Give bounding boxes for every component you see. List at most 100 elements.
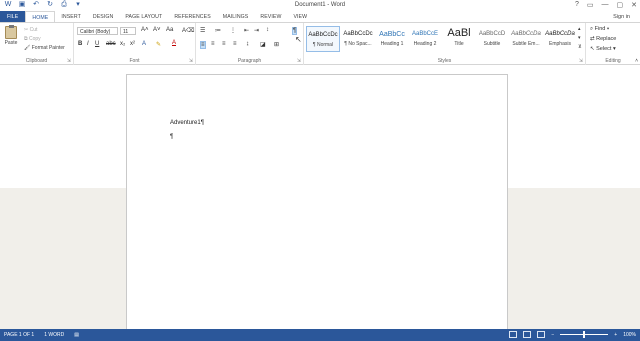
select-button[interactable]: ↖ Select ▾	[590, 46, 616, 52]
styles-launcher-icon[interactable]: ⇲	[579, 58, 583, 64]
styles-scroll-down-icon[interactable]: ▾	[578, 35, 581, 41]
align-left-icon[interactable]: ≡	[200, 41, 206, 49]
cut-button[interactable]: ✂ Cut	[24, 27, 37, 33]
proofing-icon[interactable]: ▤	[74, 332, 79, 338]
cut-label: Cut	[29, 27, 38, 33]
copy-button[interactable]: ⧉ Copy	[24, 36, 41, 42]
style-sample: AaBbCcD	[478, 31, 506, 37]
format-painter-label: Format Painter	[31, 45, 65, 51]
tab-file[interactable]: FILE	[0, 11, 26, 22]
style-emphasis[interactable]: AaBbCcDa Emphasis	[543, 26, 577, 52]
clipboard-group: Paste ✂ Cut ⧉ Copy 🖌 Format Painter Clip…	[0, 23, 74, 65]
ribbon-display-icon[interactable]: ▭	[587, 1, 594, 9]
read-mode-icon[interactable]	[509, 331, 518, 338]
window-controls: ? ▭ — ▢ ✕	[575, 1, 637, 9]
font-color-icon[interactable]: A	[172, 40, 176, 46]
align-center-icon[interactable]: ≡	[211, 41, 215, 47]
font-launcher-icon[interactable]: ⇲	[189, 58, 193, 64]
show-formatting-icon[interactable]: ¶	[292, 27, 298, 35]
find-button[interactable]: ⌕ Find ▾	[590, 26, 609, 33]
maximize-icon[interactable]: ▢	[617, 1, 624, 9]
ribbon-tabs: FILE HOME INSERT DESIGN PAGE LAYOUT REFE…	[0, 11, 640, 22]
shading-icon[interactable]: ◪	[260, 41, 266, 48]
style-sample: AaBbCcDc	[308, 32, 338, 38]
replace-label: Replace	[596, 36, 617, 42]
style-heading-2[interactable]: AaBbCcE Heading 2	[408, 26, 442, 52]
strikethrough-icon[interactable]: abc	[106, 41, 116, 47]
tab-design[interactable]: DESIGN	[87, 11, 120, 22]
styles-group-label: Styles	[437, 58, 452, 64]
superscript-icon[interactable]: x²	[130, 41, 135, 47]
style-name: Subtitle	[483, 41, 501, 47]
bullets-icon[interactable]: ☰	[200, 27, 205, 34]
paste-label: Paste	[4, 40, 18, 46]
numbering-icon[interactable]: ≔	[215, 27, 221, 34]
zoom-level[interactable]: 100%	[623, 332, 636, 338]
italic-icon[interactable]: I	[87, 41, 89, 47]
tab-review[interactable]: REVIEW	[254, 11, 287, 22]
word-count[interactable]: 1 WORD	[44, 332, 64, 338]
align-right-icon[interactable]: ≡	[222, 41, 226, 47]
style-sample: AaBbCcDc	[343, 31, 373, 37]
page-count[interactable]: PAGE 1 OF 1	[4, 332, 34, 338]
style-name: Title	[454, 41, 464, 47]
style-subtitle[interactable]: AaBbCcD Subtitle	[475, 26, 509, 52]
font-family-select[interactable]: Calibri (Body)	[77, 27, 118, 35]
style-no-spacing[interactable]: AaBbCcDc ¶ No Spac...	[341, 26, 375, 52]
help-icon[interactable]: ?	[575, 1, 579, 9]
paragraph-group: ☰ ≔ ⋮ ⇤ ⇥ ↕ ¶ ≡ ≡ ≡ ≡ ↨ ◪ ⊞ Paragraph ⇲	[196, 23, 304, 65]
tab-view[interactable]: VIEW	[287, 11, 313, 22]
styles-more-icon[interactable]: ⊻	[578, 44, 582, 50]
paragraph-launcher-icon[interactable]: ⇲	[297, 58, 301, 64]
style-heading-1[interactable]: AaBbCc Heading 1	[375, 26, 409, 52]
document-text-line[interactable]: Adventure1¶	[170, 120, 204, 126]
subscript-icon[interactable]: x₂	[120, 41, 125, 47]
format-painter-button[interactable]: 🖌 Format Painter	[24, 45, 65, 51]
style-name: Heading 1	[380, 41, 404, 47]
clipboard-launcher-icon[interactable]: ⇲	[67, 58, 71, 64]
clear-formatting-icon[interactable]: A⌫	[182, 27, 195, 34]
style-subtle-emphasis[interactable]: AaBbCcDa Subtle Em...	[509, 26, 543, 52]
grow-font-icon[interactable]: A˄	[141, 27, 149, 33]
sign-in-link[interactable]: Sign in	[613, 14, 630, 20]
paragraph-mark[interactable]: ¶	[170, 134, 173, 140]
tab-home[interactable]: HOME	[25, 11, 56, 22]
font-size-select[interactable]: 11	[120, 27, 136, 35]
bold-icon[interactable]: B	[78, 41, 82, 47]
mouse-cursor-icon: ↖	[295, 35, 302, 44]
paste-button[interactable]: Paste	[4, 25, 18, 48]
style-sample: AaBbCcDa	[511, 31, 541, 37]
text-effects-icon[interactable]: A	[142, 41, 146, 47]
style-normal[interactable]: AaBbCcDc ¶ Normal	[306, 26, 340, 52]
line-spacing-icon[interactable]: ↨	[246, 41, 249, 47]
window-title: Document1 - Word	[294, 2, 346, 8]
zoom-in-icon[interactable]: +	[614, 332, 617, 338]
highlight-icon[interactable]: ✎	[156, 41, 161, 48]
decrease-indent-icon[interactable]: ⇤	[244, 27, 249, 34]
print-layout-icon[interactable]	[523, 331, 532, 338]
multilevel-list-icon[interactable]: ⋮	[230, 27, 236, 34]
close-icon[interactable]: ✕	[631, 1, 637, 9]
style-title[interactable]: AaBl Title	[442, 26, 476, 52]
document-page[interactable]: Adventure1¶ ¶	[126, 74, 508, 332]
minimize-icon[interactable]: —	[602, 1, 609, 9]
tab-references[interactable]: REFERENCES	[168, 11, 216, 22]
increase-indent-icon[interactable]: ⇥	[254, 27, 259, 34]
zoom-thumb[interactable]	[583, 331, 586, 338]
underline-icon[interactable]: U	[95, 41, 99, 47]
web-layout-icon[interactable]	[537, 331, 546, 338]
tab-page-layout[interactable]: PAGE LAYOUT	[119, 11, 168, 22]
tab-insert[interactable]: INSERT	[55, 11, 87, 22]
justify-icon[interactable]: ≡	[233, 41, 237, 47]
styles-scroll-up-icon[interactable]: ▴	[578, 26, 581, 32]
borders-icon[interactable]: ⊞	[274, 41, 279, 48]
zoom-slider[interactable]	[560, 331, 609, 338]
replace-button[interactable]: ⇄ Replace	[590, 36, 616, 42]
change-case-icon[interactable]: Aa	[166, 27, 173, 33]
sort-icon[interactable]: ↕	[266, 27, 269, 33]
collapse-ribbon-icon[interactable]: ˄	[635, 58, 638, 64]
font-group: Calibri (Body) 11 A˄ A˅ Aa A⌫ B I U abc …	[74, 23, 196, 65]
shrink-font-icon[interactable]: A˅	[153, 27, 161, 33]
tab-mailings[interactable]: MAILINGS	[217, 11, 255, 22]
zoom-out-icon[interactable]: −	[551, 332, 554, 338]
